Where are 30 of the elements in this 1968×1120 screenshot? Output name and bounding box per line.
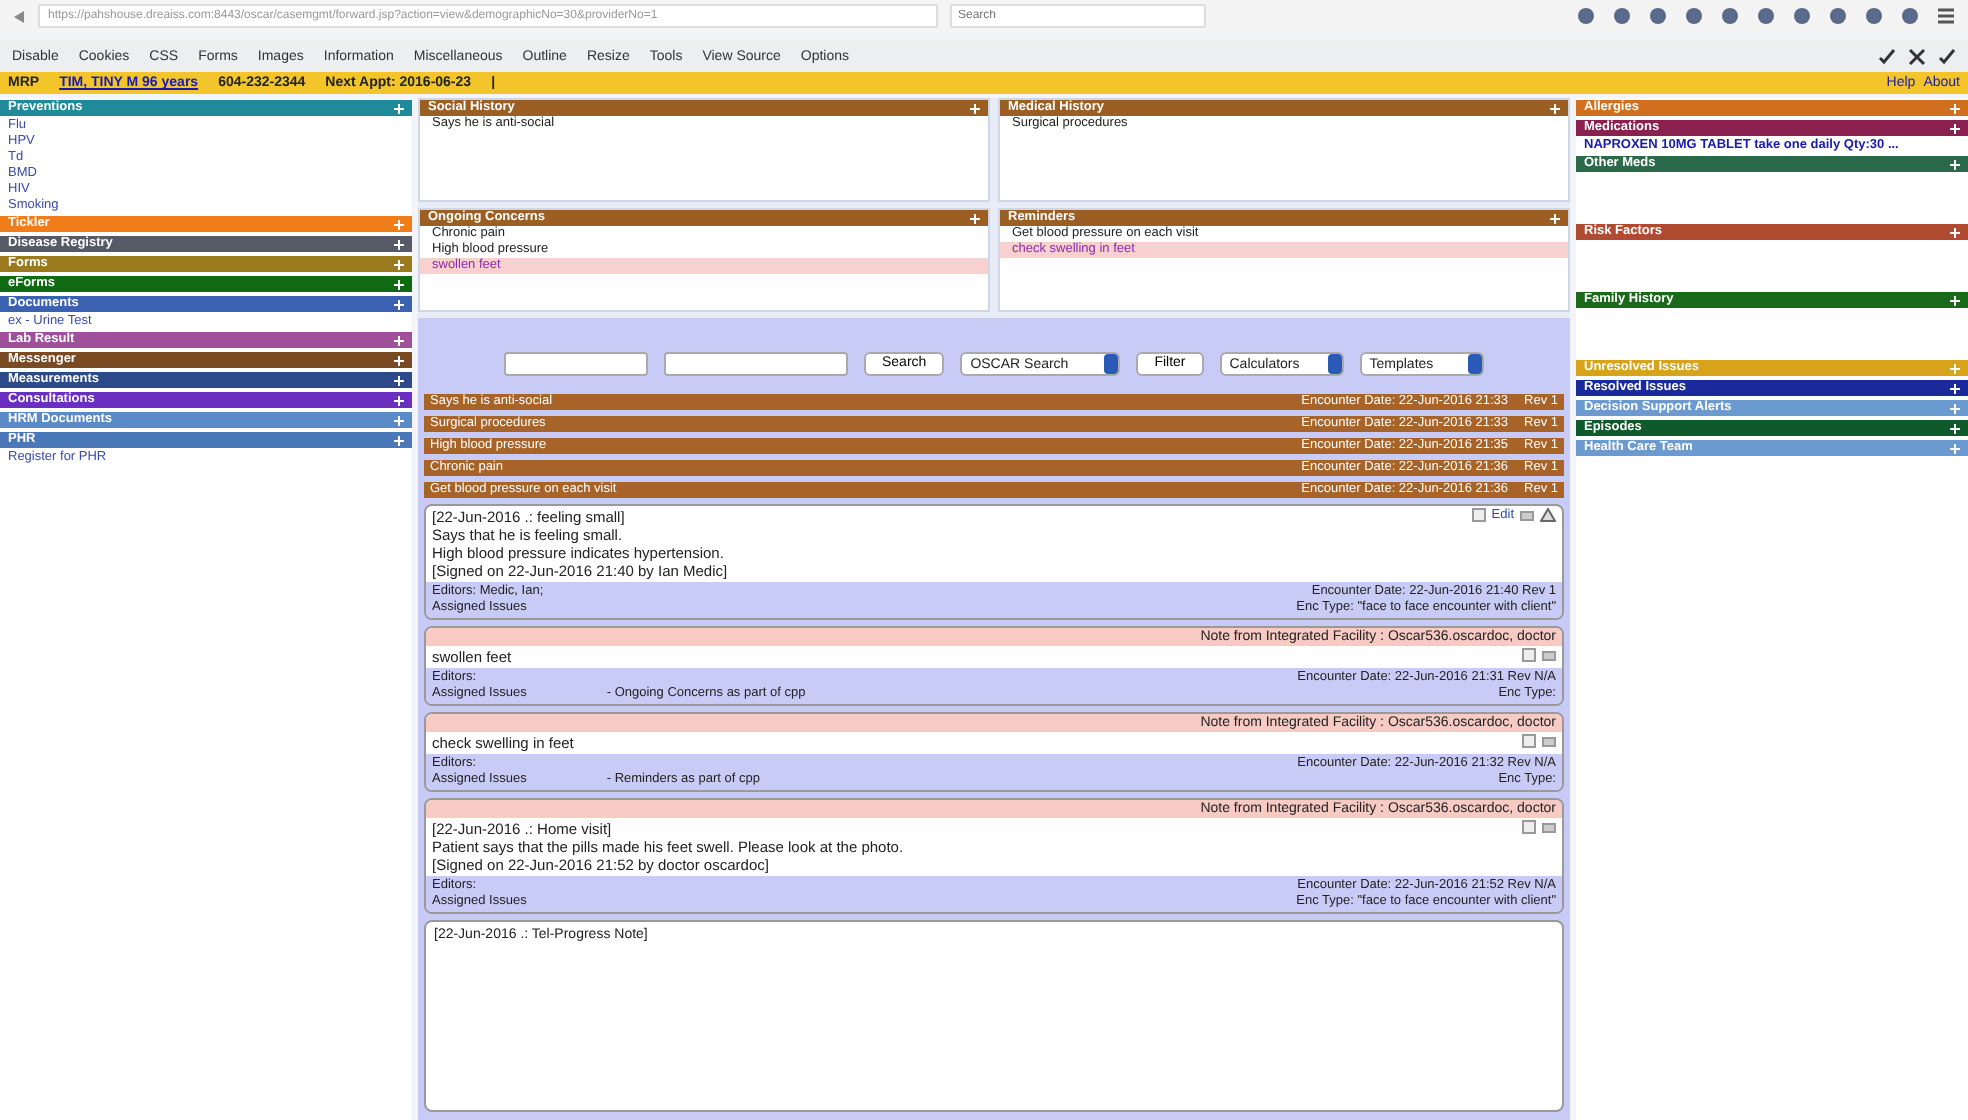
plus-icon[interactable] — [1550, 213, 1560, 223]
print-icon[interactable] — [1542, 648, 1556, 662]
plus-icon[interactable] — [394, 279, 404, 289]
print-icon[interactable] — [1542, 734, 1556, 748]
plus-icon[interactable] — [394, 395, 404, 405]
warning-icon[interactable] — [1540, 508, 1556, 522]
search-field[interactable] — [664, 352, 848, 376]
plus-icon[interactable] — [1950, 423, 1960, 433]
plus-icon[interactable] — [394, 375, 404, 385]
plus-icon[interactable] — [1950, 227, 1960, 237]
search-field[interactable] — [504, 352, 648, 376]
plus-icon[interactable] — [394, 335, 404, 345]
menu-icon[interactable] — [1936, 6, 1956, 26]
print-icon[interactable] — [1542, 820, 1556, 834]
note-icon[interactable] — [1471, 508, 1486, 522]
plus-icon[interactable] — [970, 213, 980, 223]
plus-icon[interactable] — [394, 239, 404, 249]
plus-icon[interactable] — [970, 103, 980, 113]
plus-icon[interactable] — [1950, 159, 1960, 169]
plus-icon[interactable] — [1550, 103, 1560, 113]
plus-icon[interactable] — [394, 299, 404, 309]
back-icon[interactable] — [12, 9, 26, 23]
plus-icon[interactable] — [1950, 383, 1960, 393]
plus-icon[interactable] — [1950, 123, 1960, 133]
close-icon[interactable] — [1908, 47, 1926, 65]
plus-icon[interactable] — [1950, 295, 1960, 305]
check-icon[interactable] — [1938, 47, 1956, 65]
check-icon[interactable] — [1878, 47, 1896, 65]
plus-icon[interactable] — [394, 355, 404, 365]
print-icon[interactable] — [1520, 508, 1534, 522]
